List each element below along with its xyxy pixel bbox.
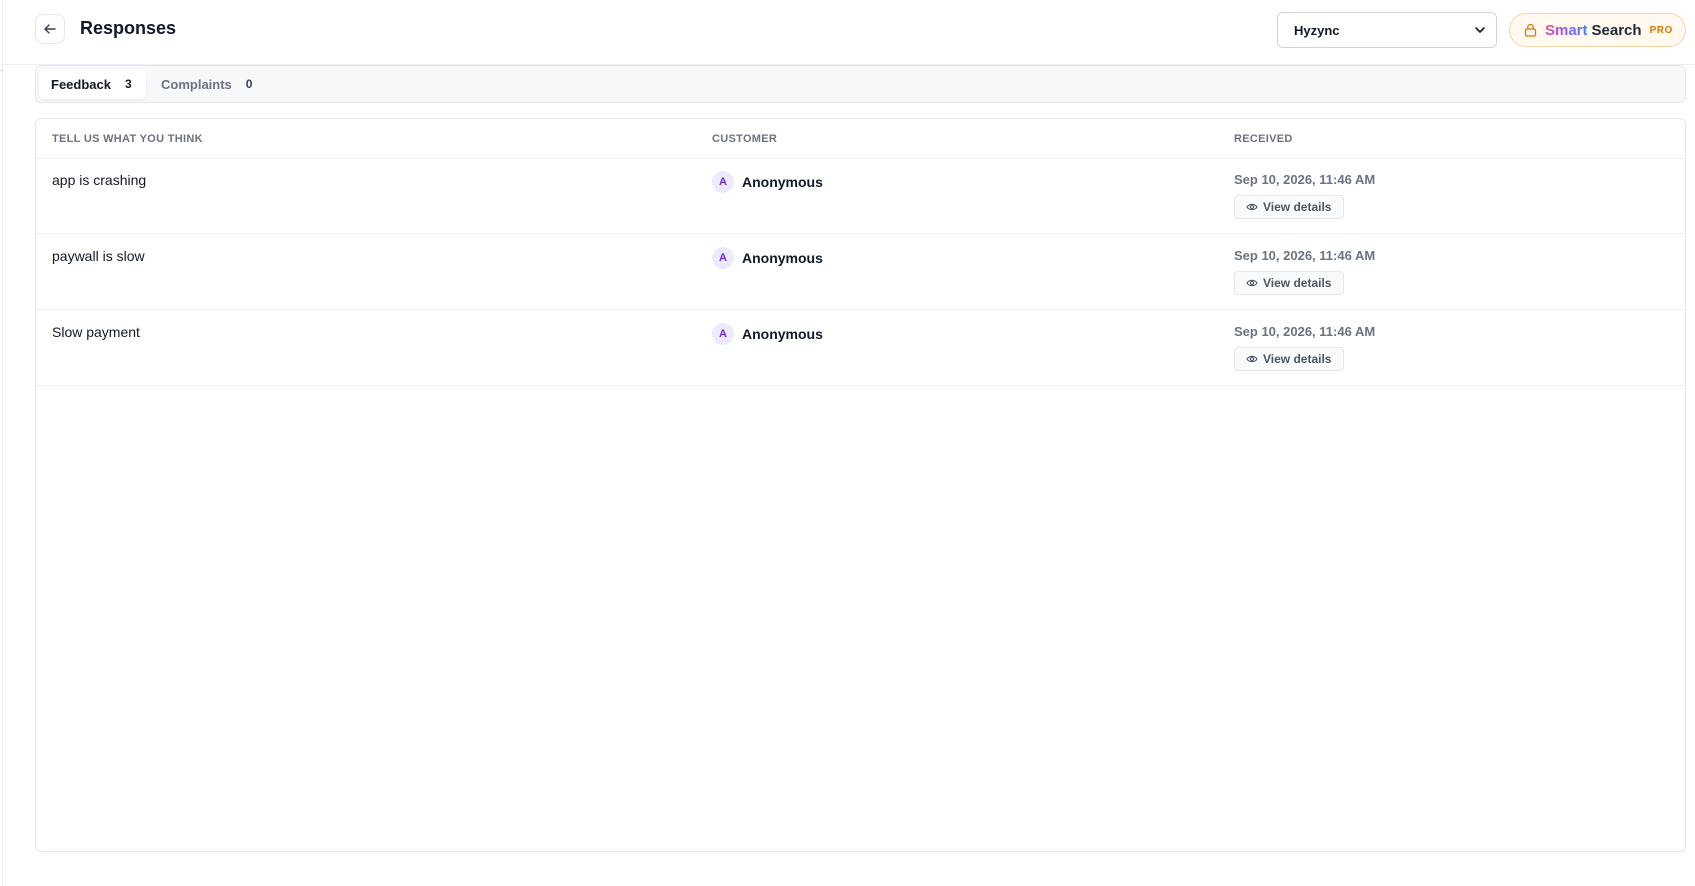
project-select-value: Hyzync: [1294, 22, 1340, 38]
page-title: Responses: [80, 18, 177, 38]
view-details-button[interactable]: View details: [1234, 271, 1344, 295]
tab-feedback[interactable]: Feedback 3: [39, 69, 146, 99]
tab-feedback-count: 3: [124, 77, 132, 91]
customer-cell: A Anonymous: [712, 247, 823, 269]
customer-name: Anonymous: [742, 326, 823, 342]
chevron-down-icon: [1475, 27, 1485, 33]
eye-icon: [1246, 203, 1258, 211]
view-details-label: View details: [1263, 200, 1332, 214]
avatar: A: [712, 171, 734, 193]
customer-name: Anonymous: [742, 250, 823, 266]
column-header-received: RECEIVED: [1234, 133, 1293, 145]
responses-table: TELL US WHAT YOU THINK CUSTOMER RECEIVED…: [35, 118, 1686, 852]
eye-icon: [1246, 355, 1258, 363]
eye-icon: [1246, 279, 1258, 287]
table-header: TELL US WHAT YOU THINK CUSTOMER RECEIVED: [36, 119, 1685, 159]
view-details-button[interactable]: View details: [1234, 195, 1344, 219]
left-divider-tick: [0, 70, 3, 71]
page-header: Responses Hyzync Smart Search PRO: [0, 0, 1695, 65]
feedback-text: paywall is slow: [52, 248, 145, 264]
column-header-feedback: TELL US WHAT YOU THINK: [52, 133, 203, 145]
back-button[interactable]: [35, 14, 65, 44]
received-timestamp: Sep 10, 2026, 11:46 AM: [1234, 172, 1376, 187]
avatar: A: [712, 247, 734, 269]
tabs-bar: Feedback 3 Complaints 0: [35, 65, 1686, 103]
smart-search-label-smart: Smart: [1545, 21, 1588, 39]
received-timestamp: Sep 10, 2026, 11:46 AM: [1234, 248, 1376, 263]
table-row[interactable]: Slow payment A Anonymous Sep 10, 2026, 1…: [36, 310, 1685, 386]
smart-search-button[interactable]: Smart Search PRO: [1509, 13, 1686, 47]
pro-badge: PRO: [1649, 24, 1673, 36]
project-select[interactable]: Hyzync: [1277, 12, 1497, 48]
tab-complaints[interactable]: Complaints 0: [149, 69, 264, 99]
tab-complaints-count: 0: [245, 77, 253, 91]
smart-search-label-search: Search: [1591, 21, 1642, 39]
received-timestamp: Sep 10, 2026, 11:46 AM: [1234, 324, 1376, 339]
tab-complaints-label: Complaints: [161, 76, 232, 92]
feedback-text: Slow payment: [52, 324, 140, 340]
arrow-left-icon: [44, 24, 56, 34]
view-details-label: View details: [1263, 276, 1332, 290]
view-details-label: View details: [1263, 352, 1332, 366]
view-details-button[interactable]: View details: [1234, 347, 1344, 371]
customer-cell: A Anonymous: [712, 171, 823, 193]
customer-cell: A Anonymous: [712, 323, 823, 345]
column-header-customer: CUSTOMER: [712, 133, 778, 145]
table-row[interactable]: app is crashing A Anonymous Sep 10, 2026…: [36, 158, 1685, 234]
table-row[interactable]: paywall is slow A Anonymous Sep 10, 2026…: [36, 234, 1685, 310]
avatar: A: [712, 323, 734, 345]
lock-icon: [1524, 23, 1537, 37]
customer-name: Anonymous: [742, 174, 823, 190]
left-divider: [2, 0, 3, 886]
feedback-text: app is crashing: [52, 172, 147, 188]
tab-feedback-label: Feedback: [51, 76, 111, 92]
